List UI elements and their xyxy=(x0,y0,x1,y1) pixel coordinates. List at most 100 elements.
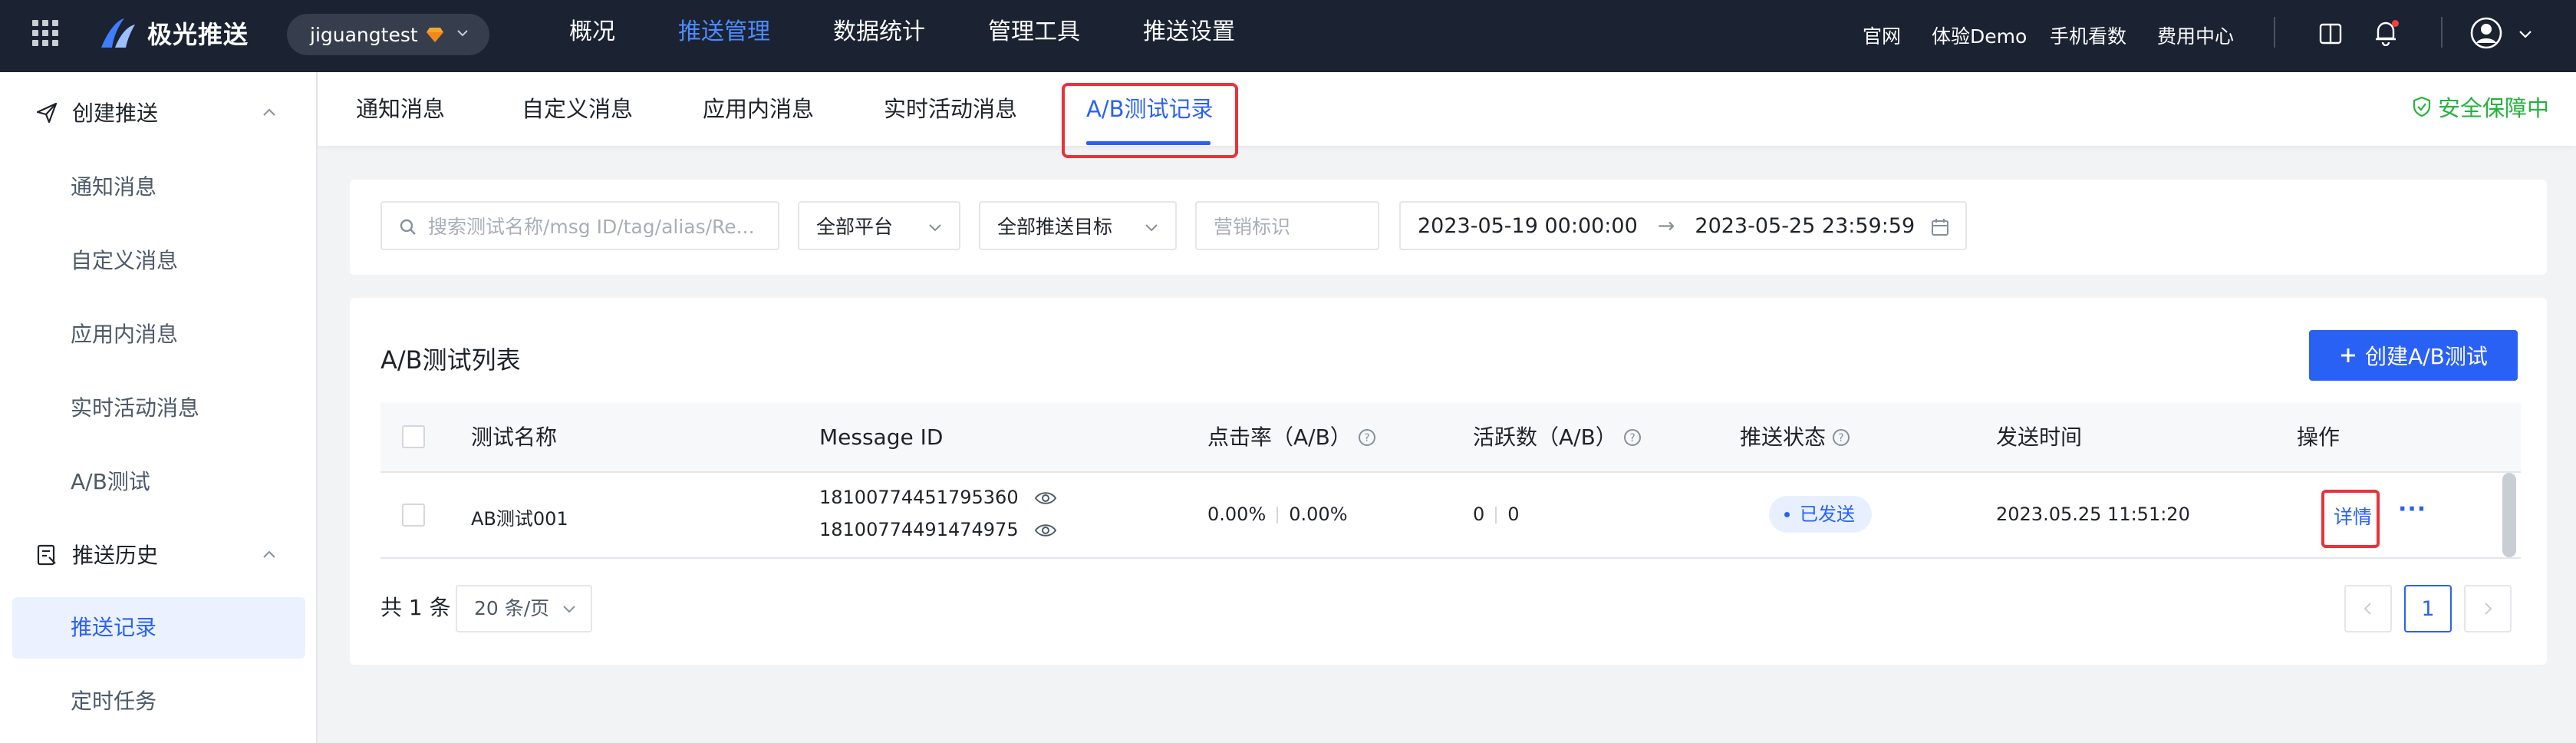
official-site-link[interactable]: 官网 xyxy=(1863,21,1901,49)
search-input[interactable]: 搜索测试名称/msg ID/tag/alias/Re... xyxy=(380,201,779,250)
platform-select[interactable]: 全部平台 xyxy=(798,201,960,250)
nav-overview[interactable]: 概况 xyxy=(569,0,615,72)
mobile-view-link[interactable]: 手机看数 xyxy=(2050,21,2126,49)
col-test-name: 测试名称 xyxy=(471,424,558,450)
highlight-box-ab-tab xyxy=(1062,83,1238,158)
platform-value: 全部平台 xyxy=(816,216,894,238)
chevron-down-icon xyxy=(929,224,941,232)
sidebar-item-in-app-message[interactable]: 应用内消息 xyxy=(12,304,305,365)
eye-icon[interactable] xyxy=(1034,490,1057,507)
chevron-down-icon xyxy=(563,606,575,613)
table-row: AB测试001 18100774451795360 18100774491474… xyxy=(380,473,2521,559)
sidebar-item-live-activity[interactable]: 实时活动消息 xyxy=(12,378,305,439)
demo-link[interactable]: 体验Demo xyxy=(1932,21,2027,49)
sidebar: 创建推送 通知消息 自定义消息 应用内消息 实时活动消息 A/B测试 推送历史 … xyxy=(0,72,318,743)
tab-notification[interactable]: 通知消息 xyxy=(356,72,445,146)
create-ab-test-button[interactable]: 创建A/B测试 xyxy=(2309,330,2518,381)
nav-push-settings[interactable]: 推送设置 xyxy=(1143,0,1235,72)
prev-page-button[interactable] xyxy=(2344,585,2392,632)
target-select[interactable]: 全部推送目标 xyxy=(979,201,1177,250)
nav-push-management[interactable]: 推送管理 xyxy=(678,0,770,72)
history-document-icon xyxy=(37,544,56,566)
cell-click-rate: 0.00% 0.00% xyxy=(1207,504,1348,525)
document-icon[interactable] xyxy=(2318,21,2343,46)
sidebar-item-ab-test[interactable]: A/B测试 xyxy=(12,451,305,513)
page-number-button[interactable]: 1 xyxy=(2404,585,2452,632)
sidebar-item-push-records[interactable]: 推送记录 xyxy=(12,597,305,659)
security-status: 安全保障中 xyxy=(2412,91,2549,123)
cell-test-name: AB测试001 xyxy=(471,508,568,530)
plus-icon xyxy=(2341,348,2356,362)
send-icon xyxy=(36,102,58,124)
select-all-checkbox[interactable] xyxy=(402,425,425,448)
date-range-picker[interactable]: 2023-05-19 00:00:00 → 2023-05-25 23:59:5… xyxy=(1399,201,1967,250)
date-start: 2023-05-19 00:00:00 xyxy=(1418,213,1638,238)
tab-in-app-message[interactable]: 应用内消息 xyxy=(703,72,814,146)
search-placeholder: 搜索测试名称/msg ID/tag/alias/Re... xyxy=(428,216,755,238)
user-avatar-icon[interactable] xyxy=(2470,17,2502,49)
sidebar-group-push-history[interactable]: 推送历史 xyxy=(0,522,318,586)
cell-send-time: 2023.05.25 11:51:20 xyxy=(1996,504,2190,525)
sidebar-item-notification[interactable]: 通知消息 xyxy=(12,157,305,218)
message-type-tabs: 通知消息 自定义消息 应用内消息 实时活动消息 A/B测试记录 xyxy=(318,72,2576,146)
nav-statistics[interactable]: 数据统计 xyxy=(833,0,925,72)
calendar-icon xyxy=(1932,219,1948,236)
help-icon[interactable]: ? xyxy=(1832,428,1850,447)
cell-message-id-b: 18100774491474975 xyxy=(819,519,1019,540)
tab-custom-message[interactable]: 自定义消息 xyxy=(522,72,633,146)
sidebar-item-custom-message[interactable]: 自定义消息 xyxy=(12,230,305,292)
help-icon[interactable]: ? xyxy=(1358,428,1376,447)
search-icon xyxy=(400,219,416,235)
top-navigation-bar: 极光推送 jiguangtest 概况 推送管理 数据统计 管理工具 推送设置 … xyxy=(0,0,2576,72)
filter-panel: 搜索测试名称/msg ID/tag/alias/Re... 全部平台 全部推送目… xyxy=(350,180,2547,275)
notification-dot xyxy=(2392,20,2399,27)
list-title: A/B测试列表 xyxy=(380,345,521,375)
app-switcher[interactable]: jiguangtest xyxy=(287,14,489,55)
sidebar-group-create-push[interactable]: 创建推送 xyxy=(0,80,318,144)
col-operations: 操作 xyxy=(2297,424,2340,450)
svg-text:?: ? xyxy=(1838,432,1843,444)
diamond-icon xyxy=(426,28,443,42)
chevron-left-icon xyxy=(2364,603,2371,615)
target-value: 全部推送目标 xyxy=(997,216,1113,238)
page-size-value: 20 条/页 xyxy=(474,597,550,619)
status-badge: 已发送 xyxy=(1769,496,1872,533)
eye-icon[interactable] xyxy=(1034,522,1057,539)
svg-text:?: ? xyxy=(1629,432,1635,444)
svg-text:?: ? xyxy=(1364,432,1369,444)
sidebar-group-label: 推送历史 xyxy=(72,543,159,568)
col-send-time: 发送时间 xyxy=(1996,424,2083,450)
row-checkbox[interactable] xyxy=(402,504,425,527)
chevron-up-icon xyxy=(263,108,275,116)
col-click-rate: 点击率（A/B） ? xyxy=(1207,402,1376,473)
nav-tools[interactable]: 管理工具 xyxy=(988,0,1080,72)
shield-check-icon xyxy=(2413,96,2431,117)
help-icon[interactable]: ? xyxy=(1623,428,1642,447)
chevron-down-icon xyxy=(457,30,468,37)
more-actions-button[interactable]: ··· xyxy=(2398,496,2426,523)
brand-logo[interactable]: 极光推送 xyxy=(98,15,249,51)
chevron-down-icon[interactable] xyxy=(2518,26,2533,41)
security-label: 安全保障中 xyxy=(2438,95,2550,121)
table-scrollbar[interactable] xyxy=(2502,473,2516,557)
date-range-arrow: → xyxy=(1657,213,1675,238)
tab-live-activity[interactable]: 实时活动消息 xyxy=(884,72,1017,146)
table-header: 测试名称 Message ID 点击率（A/B） ? 活跃数（A/B） ? 推送… xyxy=(380,402,2521,473)
highlight-box-detail xyxy=(2321,490,2380,548)
col-message-id: Message ID xyxy=(819,424,944,450)
create-ab-test-label: 创建A/B测试 xyxy=(2365,344,2488,369)
billing-link[interactable]: 费用中心 xyxy=(2157,21,2234,49)
total-count: 共 1 条 xyxy=(380,595,451,620)
chevron-up-icon xyxy=(263,550,275,558)
cell-active-count: 00 xyxy=(1473,504,1520,525)
next-page-button[interactable] xyxy=(2464,585,2512,632)
marketing-tag-input[interactable]: 营销标识 xyxy=(1195,201,1379,250)
app-grid-icon[interactable] xyxy=(32,20,58,46)
nav-divider xyxy=(2441,17,2443,48)
col-active-count: 活跃数（A/B） ? xyxy=(1473,402,1642,473)
page-size-select[interactable]: 20 条/页 xyxy=(456,585,592,632)
sidebar-item-scheduled-tasks[interactable]: 定时任务 xyxy=(12,671,305,732)
marketing-placeholder: 营销标识 xyxy=(1214,216,1291,238)
chevron-down-icon xyxy=(1145,224,1158,232)
main-nav: 概况 推送管理 数据统计 管理工具 推送设置 xyxy=(569,0,1298,72)
